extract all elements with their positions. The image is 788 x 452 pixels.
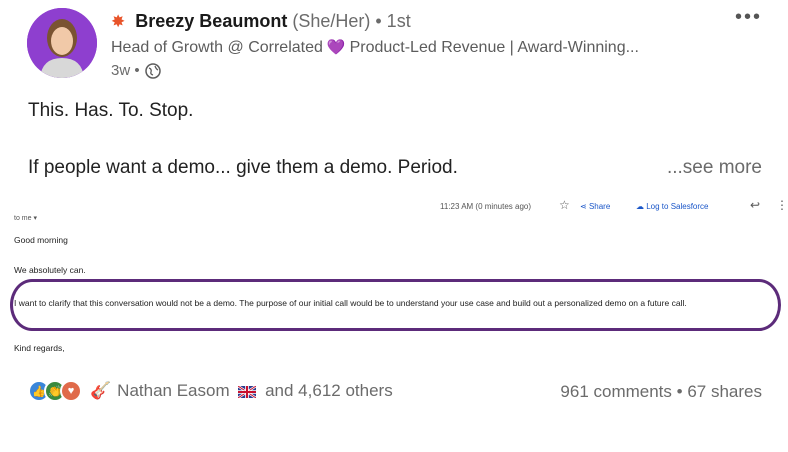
purple-heart-icon: 💜 bbox=[326, 39, 346, 56]
post-text-line1: This. Has. To. Stop. bbox=[28, 100, 194, 121]
more-options-button[interactable]: ••• bbox=[735, 6, 762, 29]
see-more-link[interactable]: ...see more bbox=[667, 157, 762, 179]
highlight-circle bbox=[10, 279, 781, 331]
author-avatar[interactable] bbox=[27, 8, 97, 78]
share-label: Share bbox=[588, 202, 611, 211]
globe-icon bbox=[144, 62, 161, 79]
author-line: ✸ Breezy Beaumont (She/Her) • 1st bbox=[111, 11, 411, 32]
shares-count-link[interactable]: 67 shares bbox=[687, 382, 762, 401]
reply-icon: ↩ bbox=[750, 198, 761, 212]
post-text-line2: If people want a demo... give them a dem… bbox=[28, 157, 458, 178]
stats-separator: • bbox=[676, 382, 683, 401]
email-recipient: to me ▾ bbox=[14, 215, 37, 222]
author-headline: Head of Growth @ Correlated 💜 Product-Led … bbox=[111, 38, 721, 57]
email-regards: Kind regards, bbox=[14, 343, 65, 353]
email-screenshot[interactable]: 11:23 AM (0 minutes ago) ☆ ⋖ Share ☁ Log… bbox=[8, 192, 788, 353]
email-line-can: We absolutely can. bbox=[14, 265, 86, 275]
engagement-stats: 961 comments • 67 shares bbox=[560, 382, 762, 402]
connection-degree: • 1st bbox=[375, 11, 411, 31]
uk-flag-icon bbox=[238, 385, 257, 398]
author-name[interactable]: Breezy Beaumont bbox=[135, 11, 287, 31]
guitar-icon: 🎸 bbox=[90, 381, 112, 400]
share-icon: ⋖ bbox=[580, 202, 589, 211]
comments-count-link[interactable]: 961 comments bbox=[560, 382, 672, 401]
email-greeting: Good morning bbox=[14, 235, 68, 245]
post-meta: 3w • bbox=[111, 62, 161, 79]
email-salesforce: ☁ Log to Salesforce bbox=[636, 202, 709, 211]
sparkle-icon: ✸ bbox=[111, 12, 126, 31]
reactor-text: Nathan Easom and 4,612 others bbox=[117, 381, 393, 401]
headline-part2: Product-Led Revenue | Award-Winning... bbox=[349, 39, 639, 56]
reactor-others: and 4,612 others bbox=[265, 381, 393, 400]
email-share: ⋖ Share bbox=[580, 202, 610, 211]
author-pronouns: (She/Her) bbox=[292, 11, 371, 31]
reactor-name: Nathan Easom bbox=[117, 381, 230, 400]
avatar-portrait-icon bbox=[27, 8, 97, 78]
post-time: 3w • bbox=[111, 62, 140, 79]
star-icon: ☆ bbox=[559, 198, 570, 212]
love-reaction-icon: ♥ bbox=[60, 380, 82, 402]
salesforce-label: Log to Salesforce bbox=[646, 202, 709, 211]
salesforce-icon: ☁ bbox=[636, 202, 647, 211]
email-more-icon: ⋮ bbox=[776, 198, 788, 212]
reactions-summary[interactable]: 👍 👏 ♥ 🎸 Nathan Easom and 4,612 others bbox=[28, 380, 393, 402]
email-timestamp: 11:23 AM (0 minutes ago) bbox=[440, 202, 532, 211]
headline-part1: Head of Growth @ Correlated bbox=[111, 39, 323, 56]
